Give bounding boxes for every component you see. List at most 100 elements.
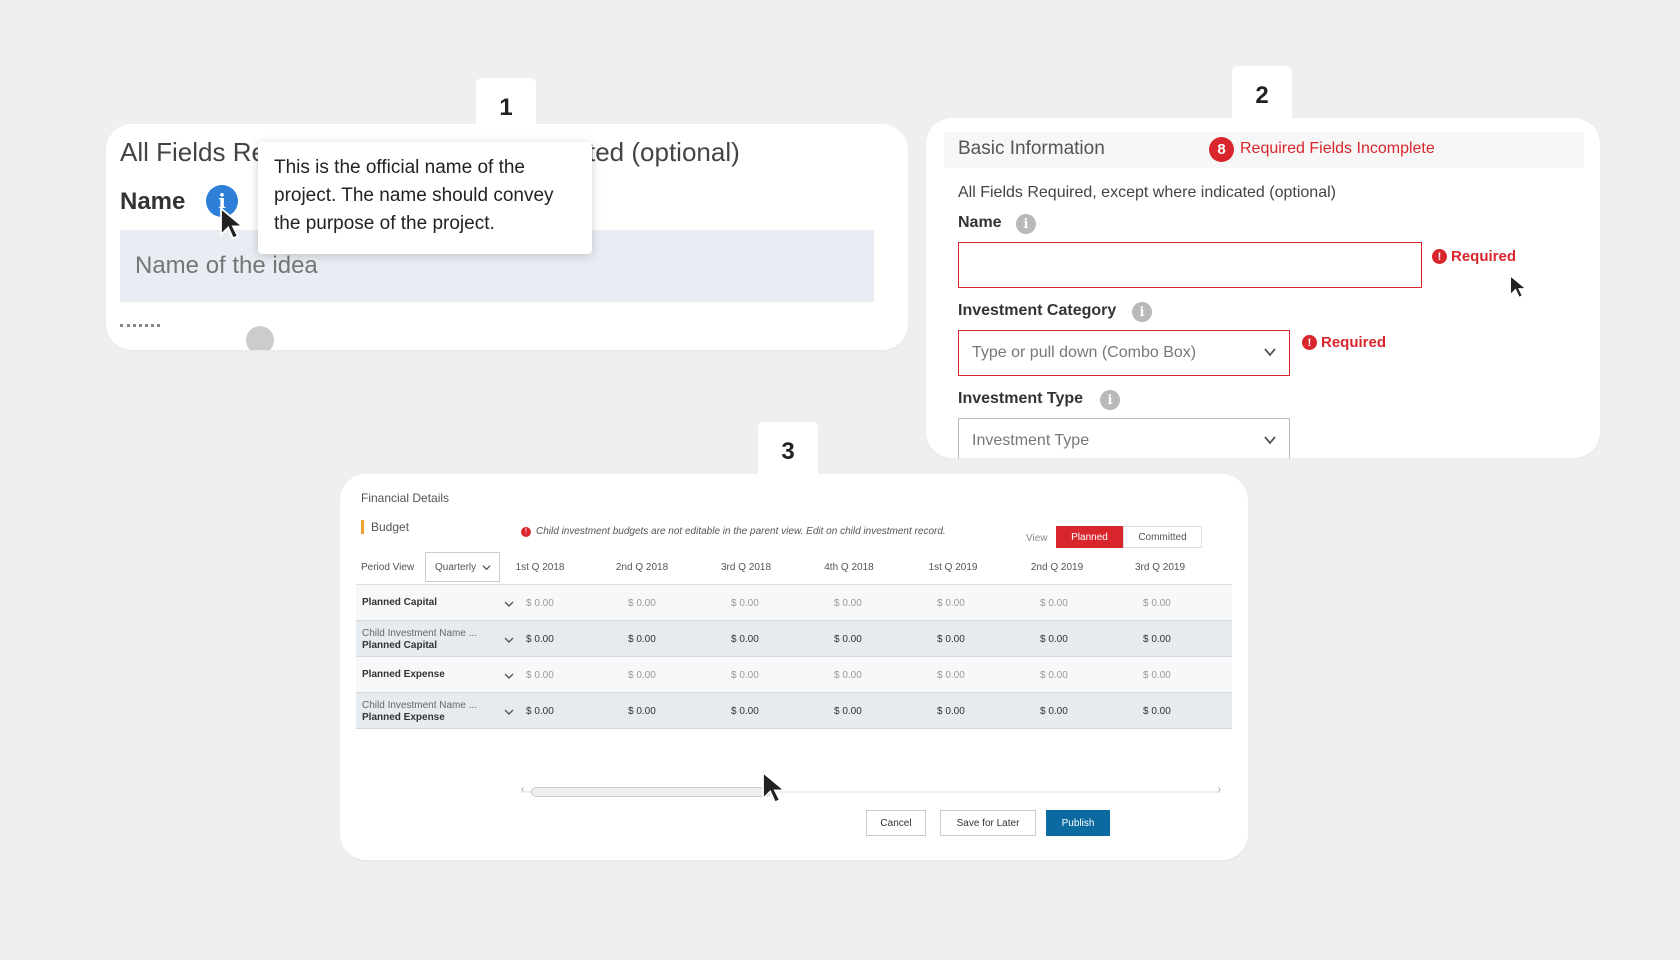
budget-cell[interactable]: $ 0.00 [526, 634, 586, 645]
column-header: 4th Q 2018 [824, 562, 874, 573]
chevron-down-icon [1264, 348, 1276, 357]
scroll-right-arrow-icon[interactable]: › [1218, 784, 1221, 795]
column-header: 2nd Q 2018 [615, 562, 669, 573]
budget-cell[interactable]: $ 0.00 [834, 706, 894, 717]
row-title: Planned Capital [362, 597, 438, 608]
budget-cell: $ 0.00 [731, 598, 759, 609]
scrollbar-thumb[interactable] [531, 787, 771, 797]
column-header: 1st Q 2019 [928, 562, 978, 573]
expand-chevron-icon[interactable] [504, 599, 514, 609]
section-title: Basic Information [958, 138, 1105, 159]
expand-chevron-icon[interactable] [504, 635, 514, 645]
publish-button[interactable]: Publish [1046, 810, 1110, 836]
row-label: Child Investment Name ... Planned Expense [362, 700, 477, 724]
view-planned-toggle[interactable]: Planned [1056, 526, 1123, 548]
info-icon[interactable]: i [1100, 390, 1120, 410]
alert-icon: ! [521, 526, 531, 537]
combo-placeholder: Type or pull down (Combo Box) [972, 344, 1197, 361]
budget-cell[interactable]: $ 0.00 [731, 634, 791, 645]
scroll-left-arrow-icon[interactable]: ‹ [521, 784, 524, 795]
expand-chevron-icon[interactable] [504, 671, 514, 681]
child-investment-name: Child Investment Name ... [362, 700, 478, 711]
period-view-label: Period View [361, 562, 415, 573]
error-icon: ! [1432, 249, 1447, 264]
view-committed-toggle[interactable]: Committed [1123, 526, 1202, 548]
budget-cell[interactable]: $ 0.00 [1040, 706, 1100, 717]
budget-cell[interactable]: $ 0.00 [526, 706, 586, 717]
budget-cell[interactable]: $ 0.00 [628, 706, 688, 717]
info-icon-cut [246, 326, 274, 350]
name-label: Name [958, 214, 1002, 231]
expand-chevron-icon[interactable] [504, 707, 514, 717]
budget-cell: $ 0.00 [1143, 598, 1171, 609]
row-title: Planned Expense [362, 712, 445, 723]
row-title: Planned Capital [362, 640, 438, 651]
budget-cell[interactable]: $ 0.00 [1143, 634, 1203, 645]
row-label: Child Investment Name ... Planned Capital [362, 628, 477, 652]
row-label: Planned Expense [362, 669, 445, 681]
table-row[interactable]: Planned Expense $ 0.00 $ 0.00 $ 0.00 $ 0.00 $… [356, 657, 1232, 693]
column-header: 1st Q 2018 [515, 562, 565, 573]
period-view-value: Quarterly [435, 562, 477, 573]
name-input[interactable] [958, 242, 1422, 288]
investment-category-label: Investment Category [958, 302, 1117, 319]
financial-details-card: Financial Details Budget ! Child investm… [340, 474, 1248, 860]
chevron-down-icon [482, 565, 491, 571]
table-row[interactable]: Child Investment Name ... Planned Capital… [356, 621, 1232, 657]
budget-cell: $ 0.00 [526, 670, 554, 681]
info-icon[interactable]: i [1132, 302, 1152, 322]
period-view-select[interactable]: Quarterly [425, 552, 500, 582]
name-label: Name [120, 188, 186, 215]
info-icon[interactable]: i [1016, 214, 1036, 234]
tooltip-example-card: All Fields Re ted (optional) Name i This… [106, 124, 908, 350]
notice-text: Child investment budgets are not editabl… [536, 526, 946, 537]
mouse-cursor-icon [1509, 274, 1528, 299]
step-badge-3: 3 [758, 422, 818, 482]
financial-details-title: Financial Details [361, 491, 450, 505]
budget-cell[interactable]: $ 0.00 [937, 706, 997, 717]
save-for-later-button[interactable]: Save for Later [940, 810, 1036, 836]
fields-heading-left: All Fields Re [120, 137, 266, 167]
tooltip-line: This is the official name of the [274, 157, 525, 178]
chevron-down-icon [1264, 436, 1276, 445]
budget-cell[interactable]: $ 0.00 [937, 634, 997, 645]
row-label: Planned Capital [362, 597, 437, 609]
error-icon: ! [1302, 335, 1317, 350]
required-note: All Fields Required, except where indica… [958, 184, 1336, 201]
tooltip-line: project. The name should convey [274, 185, 554, 206]
budget-cell[interactable]: $ 0.00 [1040, 634, 1100, 645]
error-count-badge: 8 [1209, 137, 1234, 162]
budget-cell: $ 0.00 [834, 670, 862, 681]
mouse-cursor-icon [220, 206, 246, 240]
child-investment-name: Child Investment Name ... [362, 628, 478, 639]
investment-type-select[interactable]: Investment Type [958, 418, 1290, 458]
table-row[interactable]: Planned Capital $ 0.00 $ 0.00 $ 0.00 $ 0.00 $… [356, 585, 1232, 621]
budget-cell: $ 0.00 [628, 598, 656, 609]
step-badge-2: 2 [1232, 66, 1292, 126]
horizontal-scrollbar[interactable]: ‹ › [521, 784, 1221, 798]
fields-heading-right: ted (optional) [588, 137, 740, 167]
row-title: Planned Expense [362, 669, 445, 680]
mouse-cursor-icon [762, 770, 788, 804]
budget-label: Budget [361, 520, 409, 534]
investment-type-label: Investment Type [958, 390, 1084, 407]
budget-cell: $ 0.00 [628, 670, 656, 681]
column-header: 3rd Q 2019 [1134, 562, 1186, 573]
cancel-button[interactable]: Cancel [866, 810, 926, 836]
select-placeholder: Investment Type [972, 432, 1090, 449]
child-budget-notice: ! Child investment budgets are not edita… [521, 526, 946, 537]
table-row[interactable]: Child Investment Name ... Planned Expense… [356, 693, 1232, 729]
budget-cell: $ 0.00 [937, 670, 965, 681]
budget-cell: $ 0.00 [1040, 670, 1068, 681]
error-summary[interactable]: Required Fields Incomplete [1240, 140, 1435, 158]
investment-category-combo[interactable]: Type or pull down (Combo Box) [958, 330, 1290, 376]
category-required-error: ! Required [1302, 334, 1386, 351]
budget-cell: $ 0.00 [1040, 598, 1068, 609]
budget-cell[interactable]: $ 0.00 [731, 706, 791, 717]
budget-cell[interactable]: $ 0.00 [834, 634, 894, 645]
name-required-error: ! Required [1432, 248, 1516, 265]
budget-cell[interactable]: $ 0.00 [628, 634, 688, 645]
budget-cell[interactable]: $ 0.00 [1143, 706, 1203, 717]
required-text: Required [1451, 248, 1517, 265]
validation-example-card: Basic Information 8 Required Fields Inco… [926, 118, 1600, 458]
